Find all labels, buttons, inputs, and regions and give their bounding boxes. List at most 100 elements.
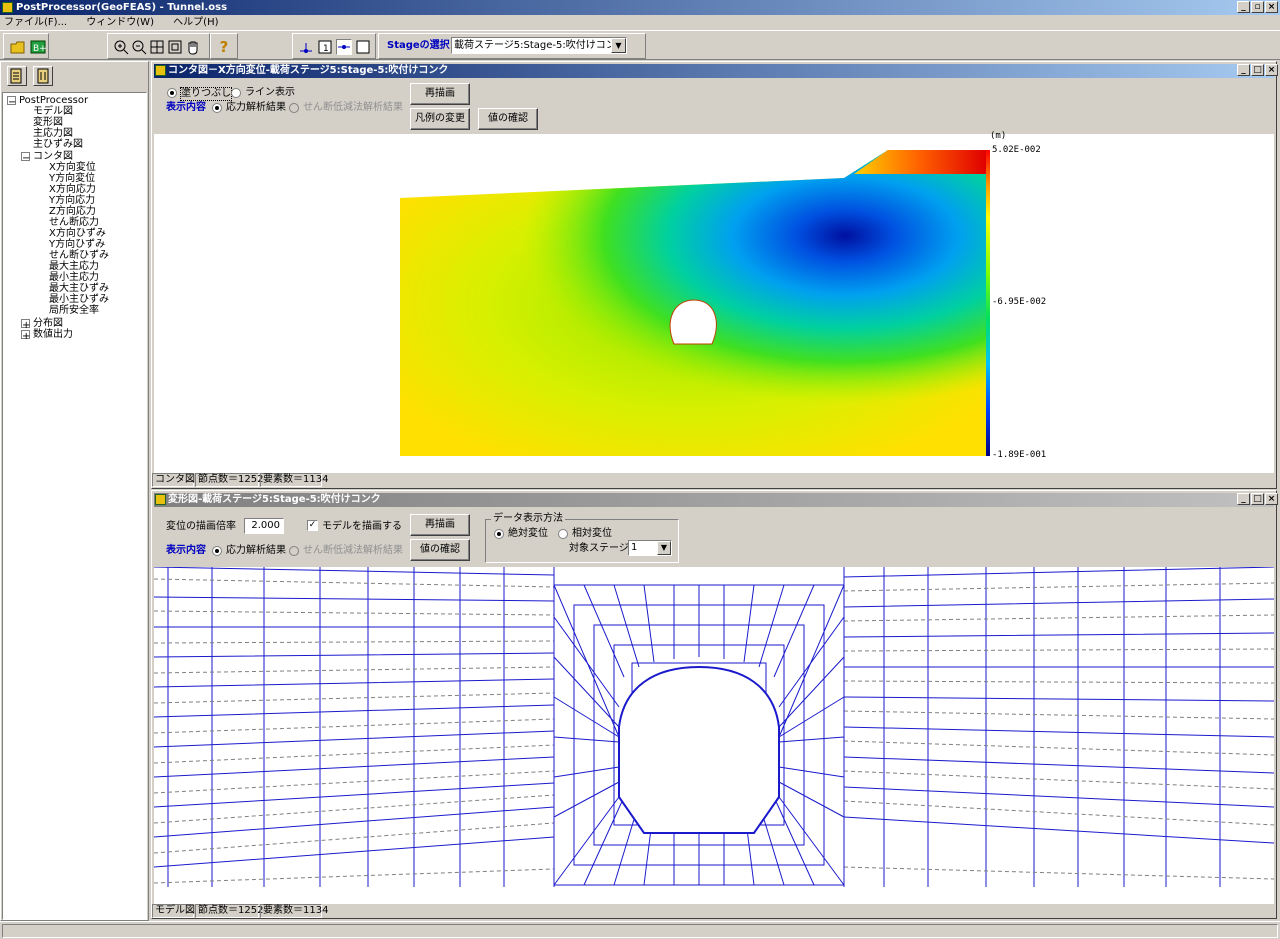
help-tool-group: ? [210,33,238,59]
fill-option-label[interactable]: 塗りつぶし [180,87,233,101]
tree-root[interactable]: PostProcessor [19,95,88,106]
open-folder-icon[interactable] [10,39,26,55]
minimize-button[interactable]: _ [1237,1,1250,13]
scale-label: 変位の描画倍率 [166,521,236,532]
target-stage-chevron-icon[interactable]: ▼ [657,541,671,555]
zoom-window-icon[interactable] [167,39,183,55]
deform-status-nodes: 節点数＝1252 [195,904,263,918]
tree-contour-min-principal-stress[interactable]: 最小主応力 [49,272,99,283]
target-stage-select[interactable]: 1 ▼ [628,540,672,556]
new-window-icon[interactable]: B+ [30,39,47,55]
tree-expand-icon[interactable] [7,66,27,86]
contour-shear-label: せん断低減法解析結果 [303,102,403,113]
deform-window-title-bar: 変形図-載荷ステージ5:Stage-5:吹付けコンク _ □ × [154,493,1278,507]
tree-contour-max-principal-strain[interactable]: 最大主ひずみ [49,283,109,294]
number-icon[interactable]: 1 [317,39,333,55]
contour-window-icon [155,65,166,76]
tree-contour-x-stress[interactable]: X方向応力 [49,184,96,195]
deform-maximize-button[interactable]: □ [1251,493,1264,505]
deform-stress-radio[interactable] [212,546,222,556]
line-radio[interactable] [231,88,241,98]
file-tool-group: B+ [3,33,49,59]
zoom-out-icon[interactable] [131,39,147,55]
tree-contour-min-principal-strain[interactable]: 最小主ひずみ [49,294,109,305]
deform-value-check-button[interactable]: 値の確認 [410,539,470,561]
tree-contour-z-stress[interactable]: Z方向応力 [49,206,96,217]
stage-tool-group: Stageの選択 載荷ステージ5:Stage-5:吹付けコンク ▼ [378,33,646,59]
menu-bar: ファイル(F)... ウィンドウ(W) ヘルプ(H) [0,15,1280,30]
element-icon[interactable] [336,39,352,55]
tree-contour-local-safety[interactable]: 局所安全率 [49,305,99,316]
menu-window[interactable]: ウィンドウ(W) [86,17,154,28]
contour-display-label: 表示内容 [166,102,206,113]
fit-all-icon[interactable] [149,39,165,55]
contour-window: コンタ図－X方向変位-載荷ステージ5:Stage-5:吹付けコンク _ □ × … [151,61,1278,489]
close-button[interactable]: × [1265,1,1278,13]
scale-input[interactable]: 2.000 [244,518,284,534]
line-option-label[interactable]: ライン表示 [245,87,295,99]
deform-shear-label: せん断低減法解析結果 [303,545,403,556]
tree-contour-x-strain[interactable]: X方向ひずみ [49,228,106,239]
restore-button[interactable]: ▫ [1251,1,1264,13]
absolute-radio[interactable] [494,529,504,539]
help-icon[interactable]: ? [216,39,232,55]
tree-item-principal-strain[interactable]: 主ひずみ図 [33,139,83,150]
tree-numeric-group[interactable]: 数値出力 [33,329,73,340]
fill-radio[interactable] [167,88,177,98]
tree-contour-shear-strain[interactable]: せん断ひずみ [49,250,109,261]
deform-shear-radio [289,546,299,556]
tree-contour-shear-stress[interactable]: せん断応力 [49,217,99,228]
deform-redraw-button[interactable]: 再描画 [410,514,470,536]
pan-hand-icon[interactable] [185,39,201,55]
deform-canvas[interactable] [154,567,1274,904]
contour-value-check-button[interactable]: 値の確認 [478,108,538,130]
contour-minimize-button[interactable]: _ [1237,64,1250,76]
contour-stress-label[interactable]: 応力解析結果 [226,102,286,114]
tree-distribution-group[interactable]: 分布図 [33,318,63,329]
tree-numeric-expander[interactable]: + [21,330,30,342]
app-status-bar [0,921,1280,939]
contour-redraw-button[interactable]: 再描画 [410,83,470,105]
relative-label[interactable]: 相対変位 [572,528,612,540]
toolbar: B+ ? 1 Stageの選択 載荷ステージ5:Stage-5:吹付けコンク ▼ [0,30,1280,60]
view-tool-group [107,33,210,59]
deform-close-button[interactable]: × [1265,493,1278,505]
tree-contour-group[interactable]: コンタ図 [33,151,73,162]
tree-contour-max-principal-stress[interactable]: 最大主応力 [49,261,99,272]
tree-item-deformation[interactable]: 変形図 [33,117,63,128]
target-stage-value: 1 [631,542,638,553]
tree-contour-expander[interactable]: − [21,152,30,164]
draw-model-label[interactable]: モデルを描画する [322,521,402,533]
chevron-down-icon[interactable]: ▼ [611,38,626,53]
contour-stress-radio[interactable] [212,103,222,113]
stage-label: Stageの選択 [387,40,450,51]
tree-contour-x-disp[interactable]: X方向変位 [49,162,96,173]
relative-radio[interactable] [558,529,568,539]
stage-select-value: 載荷ステージ5:Stage-5:吹付けコンク [454,40,626,51]
frame-icon[interactable] [355,39,371,55]
menu-help[interactable]: ヘルプ(H) [173,17,218,28]
tree-contour-y-disp[interactable]: Y方向変位 [49,173,95,184]
legend-change-button[interactable]: 凡例の変更 [410,108,470,130]
absolute-label[interactable]: 絶対変位 [508,528,548,540]
tree-item-principal-stress[interactable]: 主応力図 [33,128,73,139]
node-icon[interactable] [298,39,314,55]
tree-contour-y-stress[interactable]: Y方向応力 [49,195,95,206]
tree-root-expander[interactable]: − [7,96,16,108]
zoom-in-icon[interactable] [113,39,129,55]
tunnel-cavity [618,665,780,834]
tree-collapse-icon[interactable] [33,66,53,86]
contour-close-button[interactable]: × [1265,64,1278,76]
menu-file[interactable]: ファイル(F)... [4,17,67,28]
contour-maximize-button[interactable]: □ [1251,64,1264,76]
deform-minimize-button[interactable]: _ [1237,493,1250,505]
stage-select[interactable]: 載荷ステージ5:Stage-5:吹付けコンク ▼ [451,37,627,54]
deform-stress-label[interactable]: 応力解析結果 [226,545,286,557]
draw-model-checkbox[interactable]: ✓ [307,520,318,531]
tree-contour-y-strain[interactable]: Y方向ひずみ [49,239,105,250]
deform-status-type: モデル図 [152,904,195,918]
contour-canvas[interactable]: (m) 5.02E-002 -6.95E-002 -1.89E-001 [154,131,1274,473]
tree-distribution-expander[interactable]: + [21,319,30,331]
tree-item-model[interactable]: モデル図 [33,106,73,117]
tunnel-opening [669,299,717,345]
